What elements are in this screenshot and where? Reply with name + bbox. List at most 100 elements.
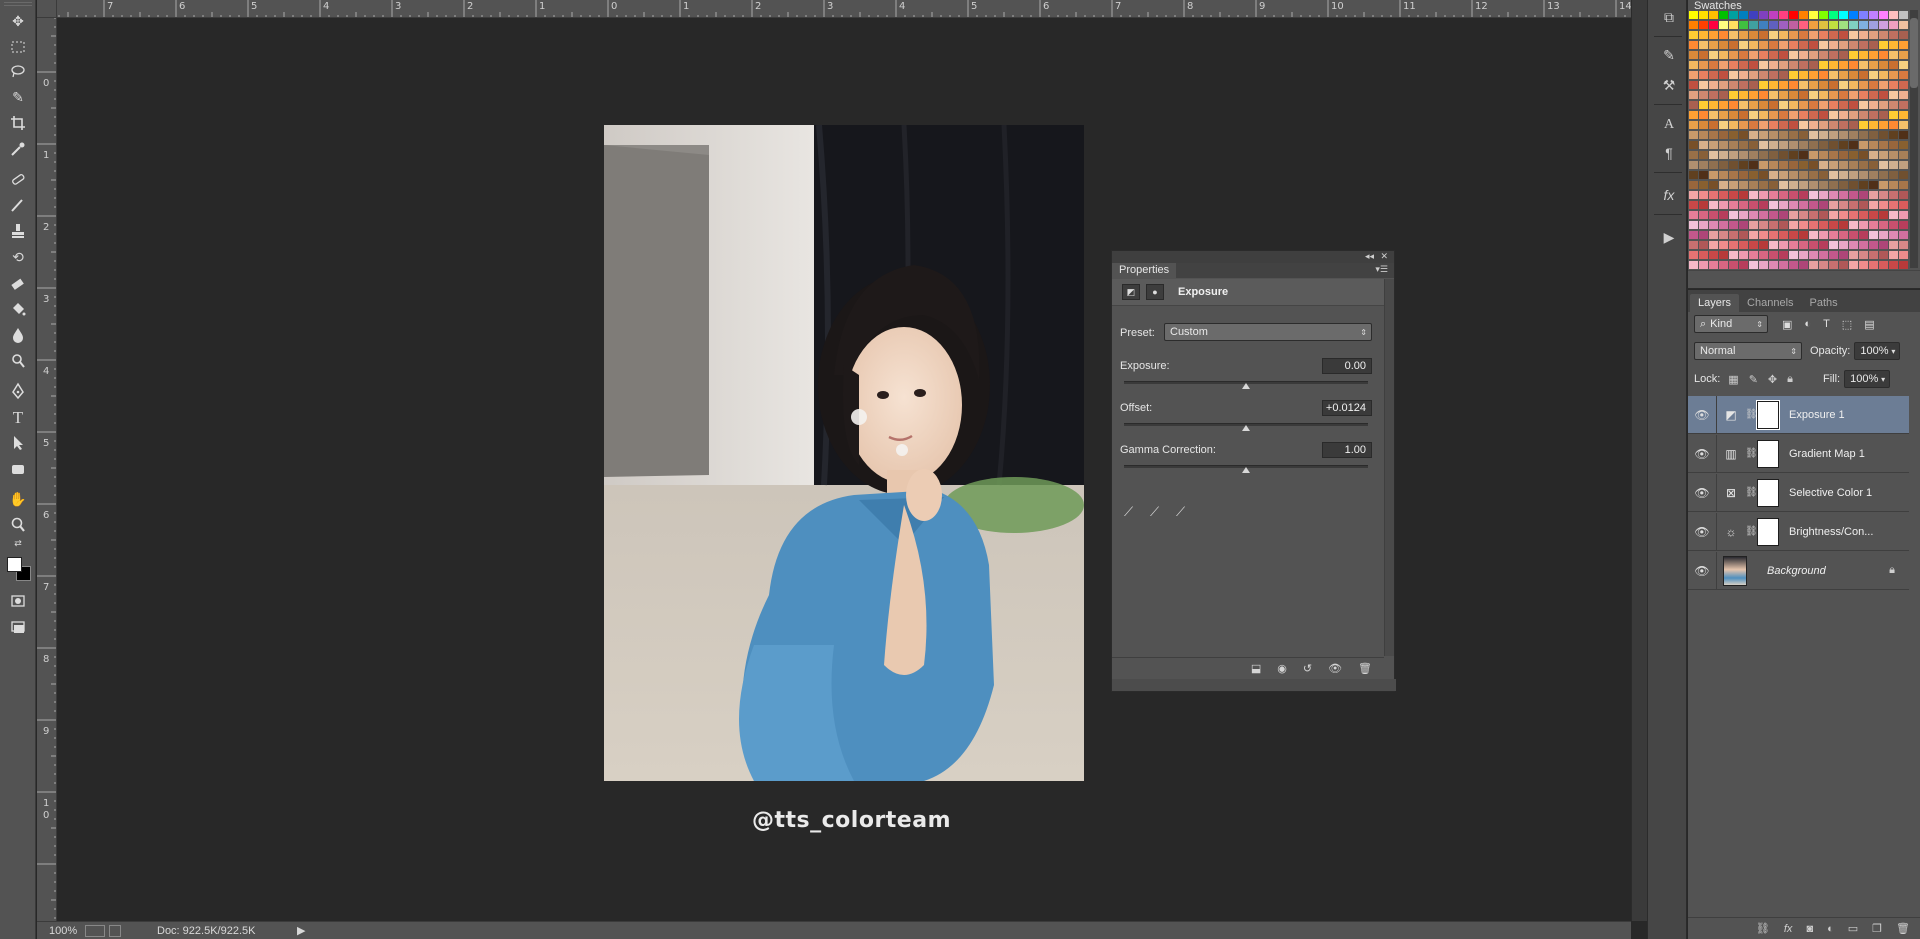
swatch-color[interactable] (1889, 211, 1898, 219)
swatch-color[interactable] (1779, 31, 1788, 39)
swatch-color[interactable] (1839, 61, 1848, 69)
swatch-color[interactable] (1869, 31, 1878, 39)
swatch-color[interactable] (1769, 231, 1778, 239)
swatch-color[interactable] (1709, 131, 1718, 139)
swatch-color[interactable] (1799, 51, 1808, 59)
swatch-color[interactable] (1689, 241, 1698, 249)
swatch-color[interactable] (1859, 181, 1868, 189)
swatch-color[interactable] (1739, 41, 1748, 49)
swatch-color[interactable] (1759, 101, 1768, 109)
swatch-color[interactable] (1759, 211, 1768, 219)
swatch-color[interactable] (1759, 71, 1768, 79)
swatch-color[interactable] (1819, 241, 1828, 249)
swatch-color[interactable] (1699, 131, 1708, 139)
swatch-color[interactable] (1749, 151, 1758, 159)
swatch-color[interactable] (1729, 121, 1738, 129)
swatch-color[interactable] (1829, 61, 1838, 69)
swatch-color[interactable] (1819, 181, 1828, 189)
exposure-value-field[interactable]: 0.00 (1322, 358, 1372, 374)
swatch-color[interactable] (1689, 211, 1698, 219)
swatch-color[interactable] (1869, 231, 1878, 239)
swatch-color[interactable] (1819, 231, 1828, 239)
swatch-color[interactable] (1689, 11, 1698, 19)
swatch-color[interactable] (1699, 141, 1708, 149)
swatch-color[interactable] (1879, 221, 1888, 229)
layer-mask-thumbnail[interactable] (1756, 399, 1780, 430)
swatch-color[interactable] (1889, 261, 1898, 269)
swatch-color[interactable] (1819, 261, 1828, 269)
swatch-color[interactable] (1829, 131, 1838, 139)
swatch-color[interactable] (1779, 61, 1788, 69)
swatch-color[interactable] (1789, 231, 1798, 239)
swatch-color[interactable] (1859, 151, 1868, 159)
swatch-color[interactable] (1689, 221, 1698, 229)
swatch-color[interactable] (1759, 231, 1768, 239)
eyedropper-tool-icon[interactable] (6, 138, 30, 160)
swatch-color[interactable] (1879, 61, 1888, 69)
swatch-color[interactable] (1869, 101, 1878, 109)
swatch-color[interactable] (1789, 51, 1798, 59)
swatch-color[interactable] (1739, 231, 1748, 239)
swatch-color[interactable] (1849, 71, 1858, 79)
swatch-color[interactable] (1819, 11, 1828, 19)
lock-transparent-icon[interactable]: ▦ (1728, 373, 1738, 386)
swatch-color[interactable] (1749, 231, 1758, 239)
swatch-color[interactable] (1859, 121, 1868, 129)
offset-slider-thumb[interactable] (1242, 425, 1250, 431)
swatch-color[interactable] (1849, 261, 1858, 269)
swatch-color[interactable] (1719, 101, 1728, 109)
swatch-color[interactable] (1789, 21, 1798, 29)
swatch-color[interactable] (1879, 71, 1888, 79)
swatch-color[interactable] (1799, 251, 1808, 259)
swatch-color[interactable] (1729, 101, 1738, 109)
visibility-eye-icon[interactable]: 👁︎ (1688, 408, 1716, 422)
swatch-color[interactable] (1759, 151, 1768, 159)
swatch-color[interactable] (1729, 131, 1738, 139)
swatch-color[interactable] (1789, 261, 1798, 269)
swatch-color[interactable] (1899, 211, 1908, 219)
swatch-color[interactable] (1889, 121, 1898, 129)
swatch-color[interactable] (1879, 121, 1888, 129)
swatch-color[interactable] (1859, 41, 1868, 49)
swatch-color[interactable] (1859, 231, 1868, 239)
swatch-color[interactable] (1759, 241, 1768, 249)
swatch-color[interactable] (1899, 171, 1908, 179)
swatch-color[interactable] (1879, 31, 1888, 39)
swatch-color[interactable] (1739, 131, 1748, 139)
swatch-color[interactable] (1699, 111, 1708, 119)
swatch-color[interactable] (1779, 241, 1788, 249)
swatch-color[interactable] (1809, 251, 1818, 259)
tab-paths[interactable]: Paths (1802, 294, 1846, 312)
swatch-color[interactable] (1889, 171, 1898, 179)
character-panel-icon[interactable]: A (1658, 114, 1680, 136)
swatch-color[interactable] (1789, 61, 1798, 69)
swatch-color[interactable] (1739, 51, 1748, 59)
swatch-color[interactable] (1819, 61, 1828, 69)
layer-row-background[interactable]: 👁︎ Background 🔒︎ (1688, 551, 1909, 590)
swatch-color[interactable] (1689, 51, 1698, 59)
swatch-color[interactable] (1849, 41, 1858, 49)
swatch-color[interactable] (1859, 81, 1868, 89)
swatch-color[interactable] (1849, 101, 1858, 109)
swatch-color[interactable] (1799, 101, 1808, 109)
swatch-color[interactable] (1759, 181, 1768, 189)
screen-mode-icon[interactable] (6, 616, 30, 638)
swatch-color[interactable] (1809, 81, 1818, 89)
swatch-color[interactable] (1729, 61, 1738, 69)
swatch-color[interactable] (1809, 121, 1818, 129)
swatch-color[interactable] (1839, 101, 1848, 109)
swatch-color[interactable] (1819, 41, 1828, 49)
swatch-color[interactable] (1719, 201, 1728, 209)
swatch-color[interactable] (1779, 21, 1788, 29)
swatch-color[interactable] (1699, 31, 1708, 39)
swatch-color[interactable] (1759, 91, 1768, 99)
swatch-color[interactable] (1859, 131, 1868, 139)
swatch-color[interactable] (1749, 261, 1758, 269)
swatch-color[interactable] (1749, 211, 1758, 219)
swatch-color[interactable] (1849, 111, 1858, 119)
swatch-color[interactable] (1739, 171, 1748, 179)
swatch-color[interactable] (1709, 251, 1718, 259)
swatch-color[interactable] (1709, 11, 1718, 19)
swatch-color[interactable] (1879, 111, 1888, 119)
swatch-color[interactable] (1699, 191, 1708, 199)
